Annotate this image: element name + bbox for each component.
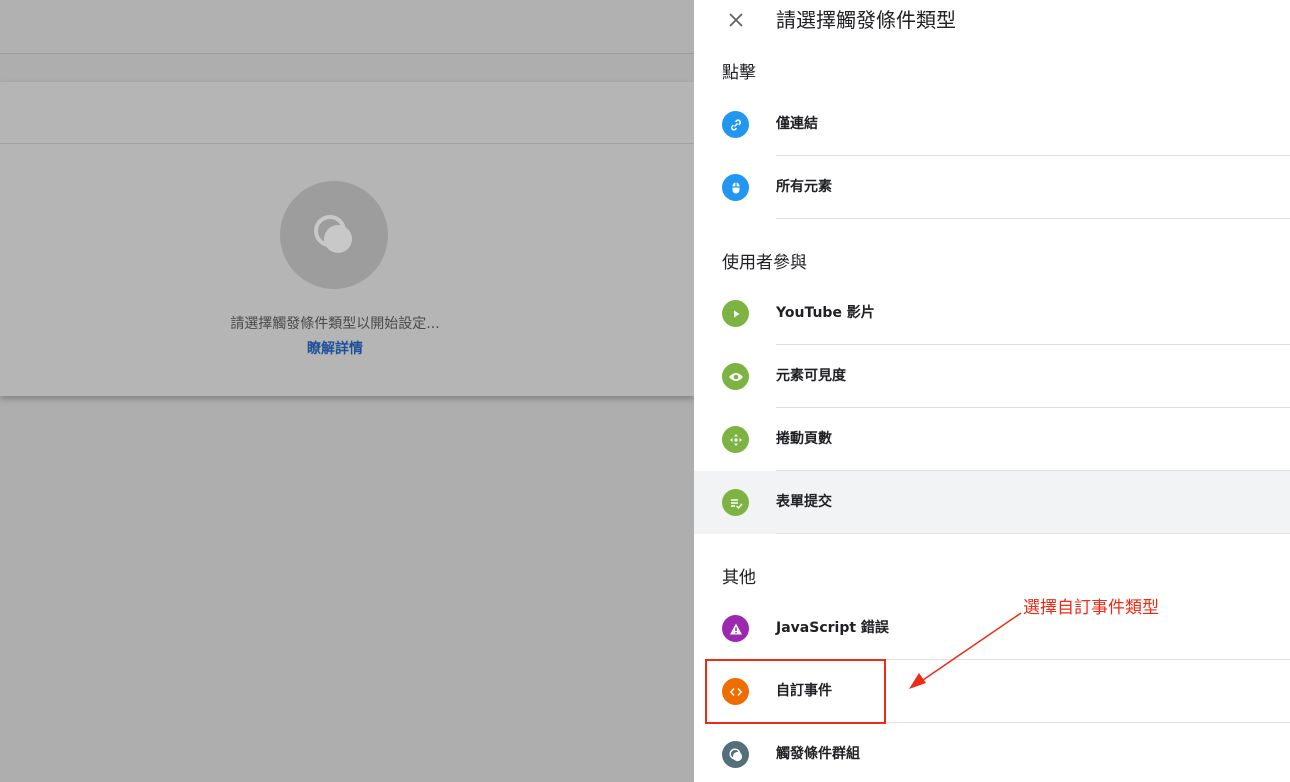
item-label: JavaScript 錯誤: [776, 620, 889, 636]
trigger-group-icon: [722, 741, 749, 768]
annotation-text: 選擇自訂事件類型: [1023, 598, 1159, 618]
trigger-type-trigger-group[interactable]: 觸發條件群組: [694, 723, 1290, 782]
trigger-hint-text: 請選擇觸發條件類型以開始設定...: [230, 316, 440, 332]
section-title-engagement: 使用者參與: [722, 253, 807, 273]
sheet-title: 請選擇觸發條件類型: [776, 8, 956, 32]
link-icon: [722, 111, 749, 138]
trigger-type-form-submission[interactable]: 表單提交: [694, 471, 1290, 534]
trigger-placeholder-icon[interactable]: [280, 181, 388, 289]
close-icon: [729, 13, 743, 27]
mouse-icon: [722, 174, 749, 201]
trigger-type-youtube-video[interactable]: YouTube 影片: [694, 282, 1290, 345]
item-label: 僅連結: [776, 116, 818, 132]
item-label: 表單提交: [776, 494, 832, 510]
eye-icon: [722, 363, 749, 390]
scroll-icon: [722, 426, 749, 453]
annotation-arrow-icon: [909, 612, 1022, 689]
section-title-other: 其他: [722, 568, 756, 588]
annotation-highlight-box: [705, 659, 886, 724]
item-label: 所有元素: [776, 179, 832, 195]
form-submit-icon: [722, 489, 749, 516]
item-label: 觸發條件群組: [776, 746, 860, 762]
item-label: YouTube 影片: [776, 305, 875, 321]
trigger-type-links-only[interactable]: 僅連結: [694, 93, 1290, 156]
item-label: 元素可見度: [776, 368, 846, 384]
section-title-click: 點擊: [722, 63, 756, 83]
item-label: 捲動頁數: [776, 431, 832, 447]
trigger-type-scroll-depth[interactable]: 捲動頁數: [694, 408, 1290, 471]
sheet-header: 請選擇觸發條件類型: [694, 0, 1290, 44]
trigger-type-element-visibility[interactable]: 元素可見度: [694, 345, 1290, 408]
warning-icon: [722, 615, 749, 642]
close-button[interactable]: [722, 6, 750, 34]
trigger-config-card: 請選擇觸發條件類型以開始設定... 瞭解詳情: [0, 82, 694, 396]
learn-more-link[interactable]: 瞭解詳情: [0, 338, 670, 358]
item-divider: [776, 533, 1290, 534]
play-icon: [722, 300, 749, 327]
item-divider: [776, 218, 1290, 219]
trigger-type-all-elements[interactable]: 所有元素: [694, 156, 1290, 219]
trigger-config-card-header: [0, 82, 694, 144]
